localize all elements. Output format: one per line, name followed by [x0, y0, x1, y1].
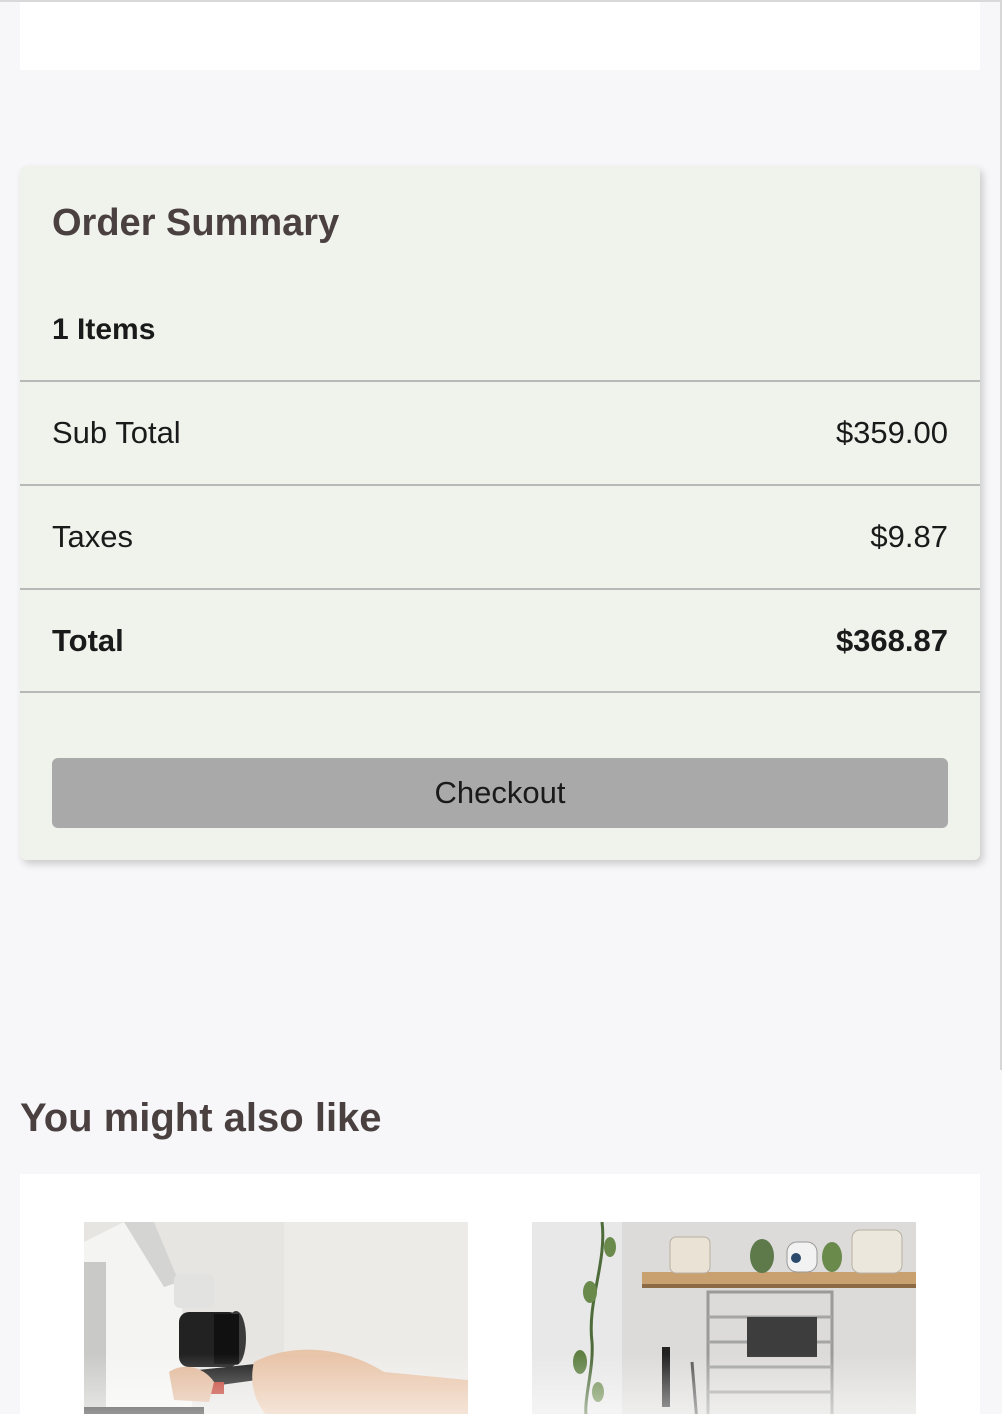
product-image-espresso-machine[interactable] [84, 1222, 468, 1414]
taxes-label: Taxes [52, 519, 133, 554]
previous-section-card [20, 2, 980, 70]
summary-divider [20, 691, 980, 693]
kitchen-shelf-rack-photo [532, 1222, 916, 1414]
order-summary-card: Order Summary 1 Items Sub Total $359.00 … [20, 166, 980, 860]
total-row: Total $368.87 [20, 588, 980, 692]
total-label: Total [52, 623, 124, 658]
taxes-value: $9.87 [870, 519, 948, 554]
total-value: $368.87 [835, 623, 948, 658]
espresso-machine-photo [84, 1222, 468, 1414]
product-image-kitchen-rack[interactable] [532, 1222, 916, 1414]
order-summary-title: Order Summary [52, 202, 340, 244]
subtotal-label: Sub Total [52, 415, 181, 450]
checkout-button[interactable]: Checkout [52, 758, 948, 828]
recommendations-heading: You might also like [20, 1096, 382, 1140]
items-count: 1 Items [52, 313, 156, 346]
recommendations-panel [20, 1174, 980, 1414]
subtotal-row: Sub Total $359.00 [20, 380, 980, 484]
taxes-row: Taxes $9.87 [20, 484, 980, 588]
subtotal-value: $359.00 [835, 415, 948, 450]
